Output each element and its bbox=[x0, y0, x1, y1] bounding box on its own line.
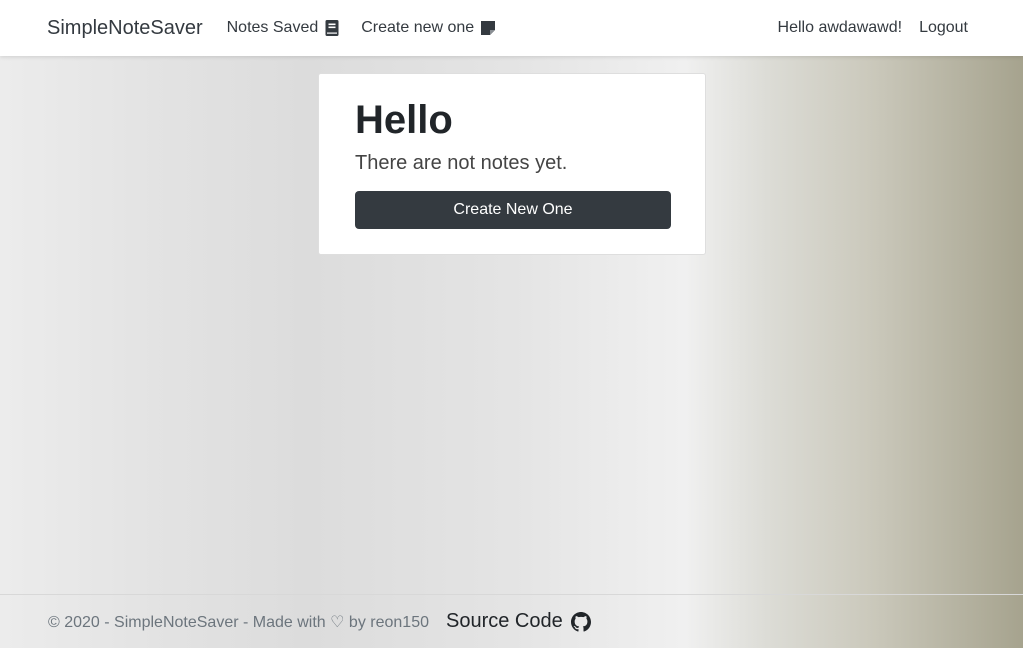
nav-notes-saved[interactable]: Notes Saved bbox=[227, 19, 340, 37]
nav-user-area: Hello awdawawd! Logout bbox=[778, 19, 968, 37]
create-new-button[interactable]: Create New One bbox=[355, 191, 671, 229]
footer-copyright: © 2020 - SimpleNoteSaver - Made with ♡ b… bbox=[48, 613, 429, 631]
sticky-note-icon bbox=[481, 21, 496, 35]
footer: © 2020 - SimpleNoteSaver - Made with ♡ b… bbox=[0, 594, 1023, 648]
empty-notes-card: Hello There are not notes yet. Create Ne… bbox=[318, 73, 706, 255]
logout-link[interactable]: Logout bbox=[919, 19, 968, 37]
nav-create-new-label: Create new one bbox=[361, 19, 475, 36]
github-icon bbox=[570, 611, 591, 632]
navbar: SimpleNoteSaver Notes Saved Create new o… bbox=[0, 0, 1023, 56]
brand-link[interactable]: SimpleNoteSaver bbox=[47, 17, 203, 40]
nav-create-new[interactable]: Create new one bbox=[361, 19, 496, 37]
empty-message: There are not notes yet. bbox=[355, 152, 568, 174]
card-title: Hello bbox=[355, 98, 453, 142]
nav-notes-saved-label: Notes Saved bbox=[226, 19, 319, 36]
book-icon bbox=[325, 20, 339, 36]
source-code-link[interactable]: Source Code bbox=[446, 610, 591, 633]
user-greeting: Hello awdawawd! bbox=[777, 19, 903, 36]
source-code-label: Source Code bbox=[445, 610, 563, 632]
